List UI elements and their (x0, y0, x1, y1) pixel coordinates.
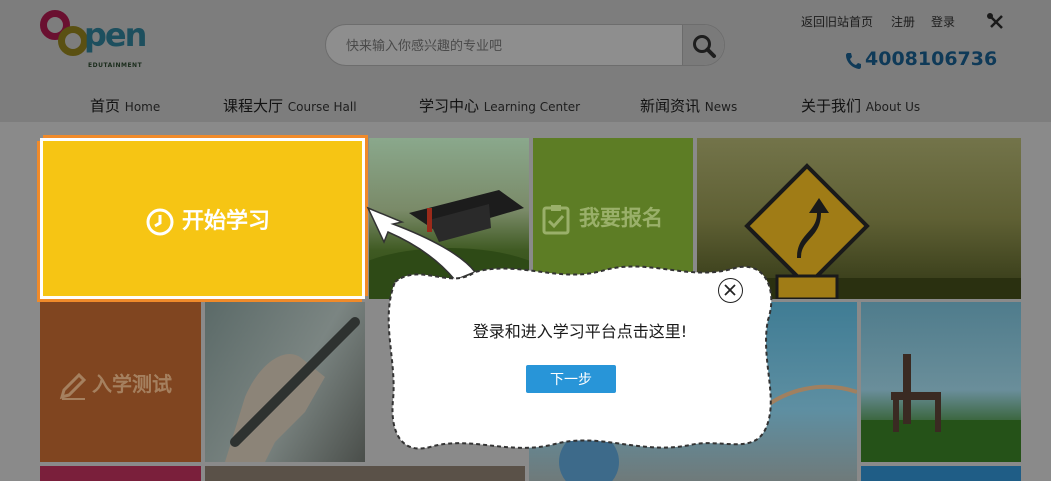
search-input[interactable] (346, 35, 676, 57)
search-button[interactable] (682, 25, 724, 65)
phone-icon (846, 53, 861, 69)
signup-label: 我要报名 (579, 206, 663, 230)
pencil-icon (59, 372, 87, 400)
road-sign-image[interactable] (697, 138, 1021, 299)
nav-home-en: Home (124, 100, 161, 114)
tour-close-button[interactable] (718, 278, 743, 303)
site-header: pen EDUTAINMENT 返回旧站首页 注册 登录 4008106736 … (0, 0, 1051, 122)
nav-news-en: News (704, 100, 738, 114)
graduation-cap-illustration (369, 190, 529, 299)
open-logo[interactable]: pen EDUTAINMENT (40, 8, 147, 72)
login-link[interactable]: 登录 (931, 13, 955, 30)
start-learning-label-wrap: 开始学习 (146, 203, 270, 236)
nav-learning-center-en: Learning Center (483, 100, 581, 114)
clipboard-check-icon (542, 205, 570, 235)
bottom-tile-2[interactable] (205, 466, 525, 481)
graduation-cap-image[interactable] (369, 138, 529, 299)
phone-number: 4008106736 (865, 48, 998, 70)
nav-learning-center-cn: 学习中心 (419, 97, 480, 115)
register-link[interactable]: 注册 (891, 13, 915, 30)
nav-news[interactable]: 新闻资讯 News (640, 95, 737, 116)
nav-about-en: About Us (865, 100, 921, 114)
start-learning-tile[interactable]: 开始学习 (40, 138, 365, 299)
clock-icon (146, 208, 174, 236)
nav-news-cn: 新闻资讯 (640, 97, 701, 115)
nav-course-hall-cn: 课程大厅 (223, 97, 284, 115)
entrance-test-label: 入学测试 (92, 372, 172, 396)
chair-field-image[interactable] (861, 302, 1021, 462)
old-site-link[interactable]: 返回旧站首页 (801, 13, 873, 30)
logo-tagline: EDUTAINMENT (88, 62, 143, 69)
road-sign-illustration (697, 163, 1021, 299)
start-learning-label: 开始学习 (182, 209, 271, 234)
tour-next-button[interactable]: 下一步 (526, 365, 616, 393)
tour-message: 登录和进入学习平台点击这里! (472, 322, 688, 341)
nav-course-hall-en: Course Hall (287, 100, 357, 114)
logo-wordmark: pen (84, 16, 147, 54)
writing-hand-image[interactable] (205, 302, 365, 462)
chair-illustration (861, 354, 1021, 462)
search-box (325, 24, 725, 66)
tools-icon[interactable] (986, 12, 1006, 32)
signup-tile[interactable]: 我要报名 (533, 138, 693, 299)
nav-home-cn: 首页 (90, 97, 121, 115)
nav-home[interactable]: 首页 Home (90, 95, 160, 116)
writing-hand-illustration (225, 317, 360, 462)
nav-learning-center[interactable]: 学习中心 Learning Center (419, 95, 580, 116)
close-icon (724, 284, 736, 296)
nav-course-hall[interactable]: 课程大厅 Course Hall (223, 95, 357, 116)
search-icon (693, 35, 716, 58)
bottom-tile-1[interactable] (40, 466, 201, 481)
signup-label-wrap: 我要报名 (541, 202, 663, 235)
nav-about[interactable]: 关于我们 About Us (801, 95, 920, 116)
bottom-tile-3[interactable] (861, 466, 1021, 481)
entrance-test-tile[interactable]: 入学测试 (40, 302, 201, 462)
nav-about-cn: 关于我们 (801, 97, 862, 115)
entrance-test-label-wrap: 入学测试 (58, 368, 172, 401)
